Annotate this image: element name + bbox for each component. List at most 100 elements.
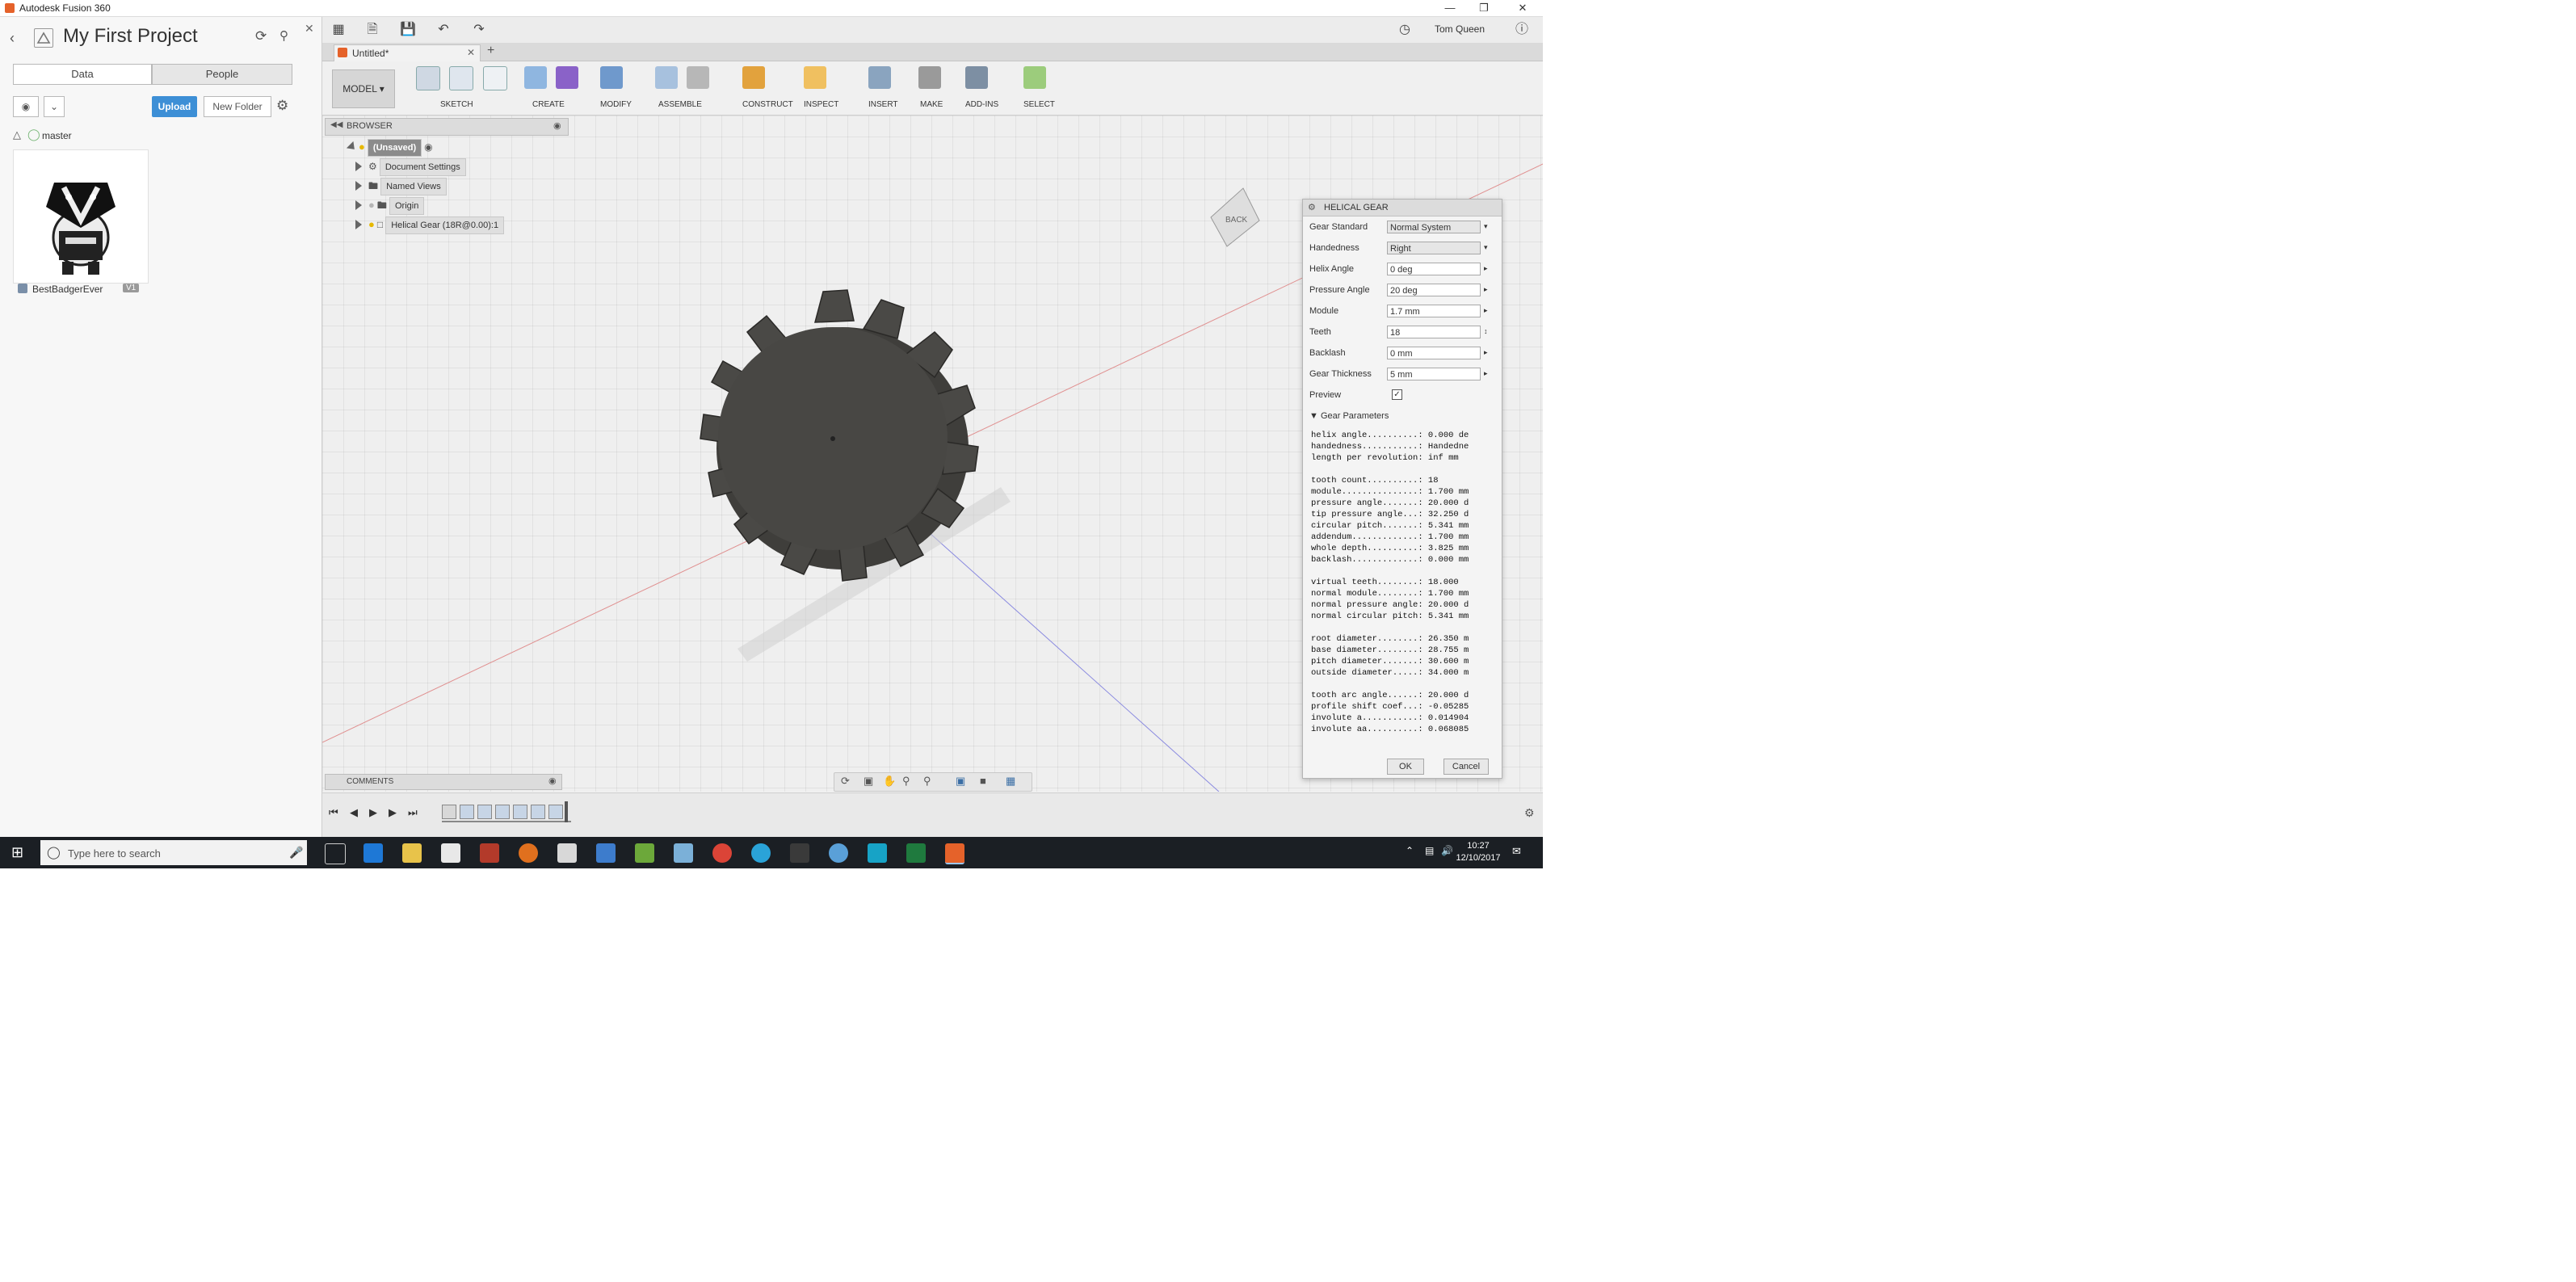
workspace-switcher[interactable]: MODEL ▾ <box>332 69 395 108</box>
browser-panel-header[interactable]: ◀◀ BROWSER ◉ <box>325 118 569 136</box>
browser-root-item[interactable]: ● (Unsaved) ◉ <box>346 139 433 157</box>
browser-item-origin[interactable]: ● 🖿 Origin <box>355 197 425 215</box>
edge-browser-icon[interactable] <box>363 843 383 863</box>
settings-gear-icon[interactable]: ⚙ <box>276 98 288 114</box>
expand-icon[interactable] <box>355 220 362 229</box>
browser-item-document-settings[interactable]: ⚙ Document Settings <box>355 158 466 176</box>
volume-icon[interactable]: 🔊 <box>1441 845 1453 856</box>
dialog-header[interactable]: ⚙ HELICAL GEAR <box>1303 200 1502 216</box>
new-folder-button[interactable]: New Folder <box>204 96 271 117</box>
microphone-icon[interactable]: 🎤 <box>289 846 303 860</box>
collapse-browser-icon[interactable]: ◀◀ <box>330 120 342 129</box>
close-button[interactable]: ✕ <box>1511 1 1535 15</box>
store-icon[interactable] <box>441 843 460 863</box>
press-pull-icon[interactable] <box>600 66 623 89</box>
timeline-start-icon[interactable]: ⏮ <box>329 806 338 819</box>
branch-name[interactable]: master <box>42 130 72 141</box>
new-tab-plus-icon[interactable]: + <box>487 44 494 58</box>
undo-icon[interactable]: ↶ <box>435 22 452 38</box>
collapse-section-icon[interactable]: ▼ <box>1309 411 1318 421</box>
timeline-feature-icon[interactable] <box>477 805 492 819</box>
ok-button[interactable]: OK <box>1387 759 1424 775</box>
dialog-settings-icon[interactable]: ⚙ <box>1308 202 1316 212</box>
activate-radio-icon[interactable]: ◉ <box>424 141 432 153</box>
browser-pin-icon[interactable]: ◉ <box>553 120 561 131</box>
timeline-settings-gear-icon[interactable]: ⚙ <box>1524 806 1535 820</box>
create-sketch-icon[interactable] <box>416 66 440 90</box>
pressure-angle-input[interactable]: 20 deg <box>1387 284 1481 296</box>
shield-icon[interactable] <box>557 843 577 863</box>
save-icon[interactable]: 💾 <box>400 22 416 38</box>
expression-arrow-icon[interactable]: ▸ <box>1484 306 1488 315</box>
document-tab[interactable]: Untitled* ✕ <box>334 44 481 61</box>
joint-icon[interactable] <box>687 66 710 89</box>
dropdown-arrow-icon[interactable]: ▾ <box>1484 222 1488 231</box>
back-arrow-icon[interactable]: ‹ <box>10 30 15 47</box>
form-icon[interactable] <box>556 66 579 89</box>
extrude-icon[interactable] <box>524 66 547 89</box>
grid-snap-icon[interactable]: ▦ <box>1006 775 1015 788</box>
insert-image-icon[interactable] <box>868 66 891 89</box>
helix-angle-input[interactable]: 0 deg <box>1387 263 1481 275</box>
gear-standard-select[interactable]: Normal System <box>1387 221 1481 233</box>
maximize-button[interactable]: ❐ <box>1472 1 1496 15</box>
look-at-icon[interactable]: ▣ <box>864 775 873 788</box>
timeline-play-icon[interactable]: ▶ <box>369 806 377 819</box>
handedness-select[interactable]: Right <box>1387 242 1481 254</box>
refresh-icon[interactable]: ⟳ <box>255 28 267 44</box>
search-icon[interactable]: ⚲ <box>279 28 288 43</box>
zoom-icon[interactable]: ⚲ <box>902 775 910 788</box>
timeline-back-icon[interactable]: ◀ <box>350 806 358 819</box>
timeline-end-icon[interactable]: ⏭ <box>408 806 418 819</box>
expression-arrow-icon[interactable]: ▸ <box>1484 264 1488 273</box>
timeline-feature-icon[interactable] <box>442 805 456 819</box>
timeline-feature-icon[interactable] <box>495 805 510 819</box>
help-icon[interactable]: ⓘ <box>1514 22 1530 38</box>
file-explorer-icon[interactable] <box>402 843 422 863</box>
select-label[interactable]: SELECT <box>1023 100 1055 109</box>
app-icon[interactable] <box>596 843 616 863</box>
pan-hand-icon[interactable]: ✋ <box>883 775 896 788</box>
timeline-feature-icon[interactable] <box>531 805 545 819</box>
preview-checkbox[interactable]: ✓ <box>1392 389 1402 400</box>
app-icon[interactable] <box>790 843 809 863</box>
browser-item-helical-gear[interactable]: ● □ Helical Gear (18R@0.00):1 <box>355 216 505 234</box>
windows-start-icon[interactable]: ⊞ <box>11 844 23 861</box>
display-settings-icon[interactable]: ▣ <box>956 775 965 788</box>
design-name[interactable]: BestBadgerEver <box>32 284 103 295</box>
assemble-label[interactable]: ASSEMBLE <box>658 100 702 109</box>
project-title[interactable]: My First Project <box>63 25 198 48</box>
visibility-bulb-icon[interactable]: ● <box>368 199 375 211</box>
rectangle-icon[interactable] <box>482 66 507 90</box>
make-label[interactable]: MAKE <box>920 100 943 109</box>
create-label[interactable]: CREATE <box>532 100 565 109</box>
add-ins-label[interactable]: ADD-INS <box>965 100 998 109</box>
timeline-features[interactable] <box>442 801 571 822</box>
view-dropdown-chevron-icon[interactable]: ⌄ <box>44 96 65 117</box>
app-icon[interactable] <box>868 843 887 863</box>
expand-icon[interactable] <box>355 200 362 210</box>
user-menu[interactable]: Tom Queen <box>1435 23 1485 35</box>
fusion-taskbar-icon[interactable] <box>945 843 964 864</box>
excel-icon[interactable] <box>906 843 926 863</box>
file-menu-icon[interactable]: 🗎 <box>364 22 380 38</box>
module-input[interactable]: 1.7 mm <box>1387 305 1481 317</box>
app-icon[interactable] <box>674 843 693 863</box>
inspect-label[interactable]: INSPECT <box>804 100 838 109</box>
viewcube-face[interactable]: BACK <box>1225 216 1248 225</box>
tab-people[interactable]: People <box>152 64 292 85</box>
line-icon[interactable] <box>449 66 474 90</box>
chrome-icon[interactable] <box>712 843 732 863</box>
taskbar-clock[interactable]: 10:27 12/10/2017 <box>1454 840 1502 864</box>
select-arrow-icon[interactable] <box>1023 66 1046 89</box>
backlash-input[interactable]: 0 mm <box>1387 347 1481 359</box>
close-panel-icon[interactable]: ✕ <box>305 22 314 36</box>
gear-parameters-section[interactable]: ▼ Gear Parameters <box>1309 411 1389 421</box>
upload-button[interactable]: Upload <box>152 96 197 117</box>
stepper-arrows-icon[interactable]: ↕ <box>1484 327 1488 335</box>
expression-arrow-icon[interactable]: ▸ <box>1484 348 1488 357</box>
scripts-icon[interactable] <box>965 66 988 89</box>
3d-print-icon[interactable] <box>918 66 941 89</box>
data-panel-grid-icon[interactable]: ▦ <box>330 22 347 38</box>
taskbar-search-input[interactable]: ◯ Type here to search 🎤 <box>40 840 307 865</box>
